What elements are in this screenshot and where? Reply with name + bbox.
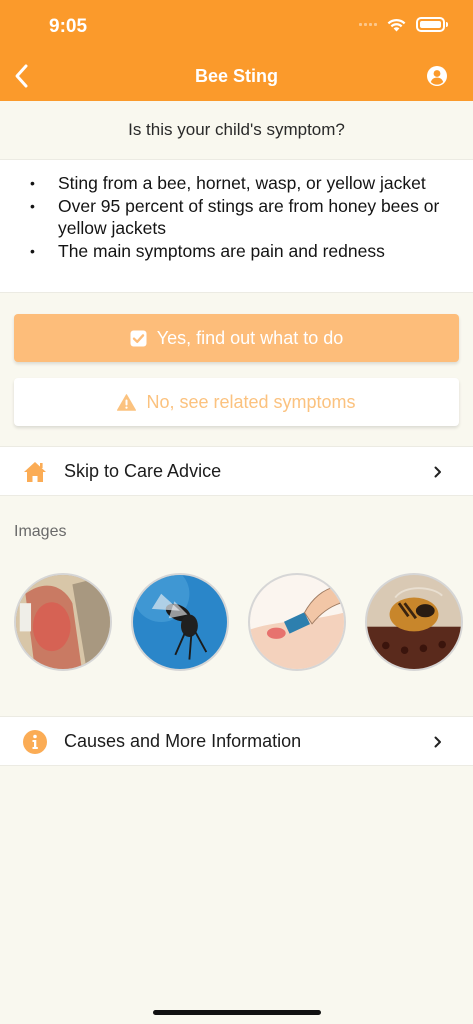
image-thumbnail-honey-bee[interactable] — [365, 573, 463, 671]
chevron-right-icon — [434, 736, 441, 748]
image-thumbnail-wasp[interactable] — [131, 573, 229, 671]
warning-icon — [117, 393, 137, 411]
list-item: The main symptoms are pain and redness — [30, 240, 457, 263]
page-title: Bee Sting — [194, 66, 278, 86]
status-icons — [359, 17, 448, 32]
symptom-question: Is this your child's symptom? — [128, 120, 345, 139]
home-indicator[interactable] — [153, 1010, 321, 1015]
info-icon — [23, 730, 47, 754]
causes-and-more-info-row[interactable]: Causes and More Information — [0, 716, 473, 766]
battery-icon — [416, 17, 448, 32]
symptom-bullet-list: Sting from a bee, hornet, wasp, or yello… — [0, 159, 473, 293]
checkbox-checked-icon — [130, 330, 147, 346]
skip-to-care-advice-row[interactable]: Skip to Care Advice — [0, 446, 473, 496]
user-circle-icon[interactable] — [427, 66, 447, 86]
list-item: Over 95 percent of stings are from honey… — [30, 195, 457, 240]
wifi-icon — [387, 18, 406, 31]
image-thumbnail-stinger-removal[interactable] — [248, 573, 346, 671]
no-button[interactable]: No, see related symptoms — [14, 378, 459, 426]
status-time: 9:05 — [49, 16, 88, 37]
yes-button[interactable]: Yes, find out what to do — [14, 314, 459, 362]
causes-and-more-info-label: Causes and More Information — [64, 730, 302, 751]
app-header: 9:05 Bee Sting — [0, 0, 473, 101]
chevron-right-icon — [434, 466, 441, 478]
home-icon — [24, 462, 46, 482]
yes-button-label: Yes, find out what to do — [156, 327, 344, 348]
skip-to-care-advice-label: Skip to Care Advice — [64, 460, 222, 481]
list-item: Sting from a bee, hornet, wasp, or yello… — [30, 172, 457, 195]
signal-icon — [359, 23, 377, 26]
no-button-label: No, see related symptoms — [146, 391, 356, 412]
images-section-label: Images — [14, 523, 67, 540]
image-thumbnail-arm-sting[interactable] — [14, 573, 112, 671]
